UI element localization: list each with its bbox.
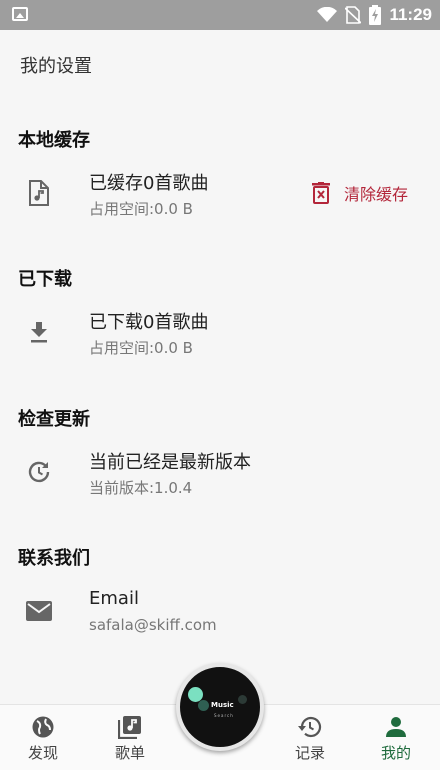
cache-count-text: 已缓存0首歌曲 — [89, 173, 209, 194]
section-title-update: 检查更新 — [18, 409, 90, 430]
nav-label-playlists: 歌单 — [114, 744, 145, 762]
email-label: Email — [89, 588, 139, 609]
update-status-text: 当前已经是最新版本 — [89, 452, 251, 473]
download-count-text: 已下载0首歌曲 — [89, 312, 209, 333]
globe-icon — [32, 716, 54, 738]
music-library-icon — [118, 716, 141, 739]
update-icon[interactable] — [26, 459, 52, 485]
email-address[interactable]: safala@skiff.com — [89, 616, 217, 634]
music-search-button[interactable]: Music Search — [176, 663, 264, 751]
logo-dot — [198, 700, 209, 711]
nav-item-discover[interactable]: 发现 — [3, 705, 83, 770]
version-text: 当前版本:1.0.4 — [89, 479, 193, 497]
no-sim-icon — [345, 6, 362, 24]
logo-dot — [238, 695, 247, 704]
section-title-cache: 本地缓存 — [18, 130, 90, 151]
status-icons: 11:29 — [317, 4, 432, 26]
status-time: 11:29 — [389, 5, 432, 24]
music-logo-subtext: Search — [214, 713, 234, 718]
person-icon — [386, 717, 406, 737]
page-title: 我的设置 — [20, 56, 92, 77]
music-logo-text: Music — [211, 701, 234, 709]
battery-charging-icon — [369, 5, 382, 25]
cache-size-text: 占用空间:0.0 B — [89, 200, 193, 218]
delete-icon — [312, 182, 330, 204]
nav-label-mine: 我的 — [380, 744, 411, 762]
nav-item-mine[interactable]: 我的 — [356, 705, 436, 770]
clear-cache-label: 清除缓存 — [344, 185, 409, 204]
nav-label-history: 记录 — [294, 744, 325, 762]
status-bar: 11:29 — [0, 0, 440, 30]
nav-item-playlists[interactable]: 歌单 — [90, 705, 170, 770]
gallery-icon — [12, 7, 28, 21]
wifi-icon — [317, 7, 338, 22]
download-size-text: 占用空间:0.0 B — [89, 339, 193, 357]
section-title-download: 已下载 — [18, 269, 72, 290]
nav-item-history[interactable]: 记录 — [270, 705, 350, 770]
clear-cache-button[interactable]: 清除缓存 — [312, 178, 408, 208]
download-icon — [26, 319, 52, 345]
email-icon[interactable] — [26, 598, 52, 624]
section-title-contact: 联系我们 — [18, 548, 90, 569]
nav-label-discover: 发现 — [27, 744, 58, 762]
history-icon — [298, 716, 322, 738]
music-file-icon — [26, 180, 52, 206]
